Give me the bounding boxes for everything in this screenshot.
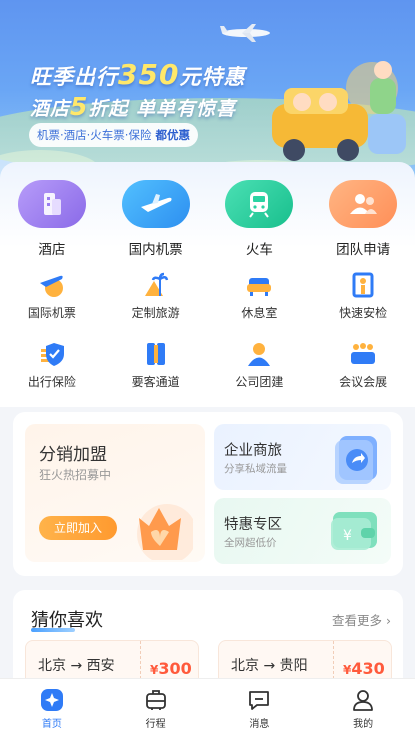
distribution-title: 分销加盟 [39,445,107,465]
tab-messages[interactable]: 消息 [208,679,312,734]
service-label: 团队申请 [336,242,391,258]
enterprise-travel-card[interactable]: 企业商旅 分享私域流量 [214,424,391,490]
service-label: 公司团建 [235,375,284,389]
service-label: 国内机票 [128,242,183,258]
team-icon [329,180,398,228]
sub-services: 国际机票 定制旅游 休息室 快速安检 出行保险 要客通道 公司团建 会议会展 [0,270,415,390]
home-icon [40,689,63,711]
service-label: 要客通道 [131,375,180,389]
service-team-application[interactable]: 团队申请 [311,180,415,258]
service-label: 休息室 [241,306,278,320]
service-domestic-flight[interactable]: 国内机票 [104,180,208,258]
distribution-card[interactable]: 分销加盟 狂火热招募中 立即加入 [25,424,205,562]
message-icon [249,691,270,710]
service-train[interactable]: 火车 [208,180,312,258]
route-price: ¥300 [150,659,192,678]
custom-travel-icon [141,270,171,300]
tab-label: 消息 [249,719,270,730]
tab-label: 首页 [41,719,62,730]
service-team-building[interactable]: 公司团建 [208,339,312,390]
banner-subtitle: 酒店5折起 单单有惊喜 [30,92,237,121]
tab-label: 行程 [145,719,166,730]
gift-crown-icon [137,504,193,560]
plane-icon [121,180,190,228]
join-now-button[interactable]: 立即加入 [39,516,117,540]
hotel-icon [17,180,86,228]
enterprise-travel-title: 企业商旅 [224,443,282,459]
view-more-link[interactable]: 查看更多 › [332,610,391,629]
service-lounge[interactable]: 休息室 [208,270,312,321]
service-conference[interactable]: 会议会展 [311,339,415,390]
banner-title: 旺季出行350元特惠 [30,58,246,91]
service-fast-security[interactable]: 快速安检 [311,270,415,321]
promo-section: 分销加盟 狂火热招募中 立即加入 企业商旅 分享私域流量 特惠专区 全网超低价 … [13,412,403,576]
service-hotel[interactable]: 酒店 [0,180,104,258]
service-label: 定制旅游 [131,306,180,320]
service-label: 国际机票 [27,306,76,320]
distribution-subtitle: 狂火热招募中 [39,468,112,482]
service-international-flight[interactable]: 国际机票 [0,270,104,321]
conference-icon [348,339,378,369]
profile-icon [353,690,374,711]
fast-security-icon [348,270,378,300]
service-custom-travel[interactable]: 定制旅游 [104,270,208,321]
route-price: ¥430 [343,659,385,678]
main-services: 酒店 国内机票 火车 团队申请 [0,180,415,258]
lounge-icon [244,270,274,300]
team-building-icon [244,339,274,369]
service-label: 出行保险 [27,375,76,389]
tab-label: 我的 [353,719,374,730]
service-label: 快速安检 [339,306,388,320]
service-label: 火车 [245,242,273,258]
travel-car-illustration [272,61,406,161]
discount-zone-card[interactable]: 特惠专区 全网超低价 ¥ [214,498,391,564]
tab-profile[interactable]: 我的 [311,679,415,734]
vip-channel-icon [141,339,171,369]
banner-tagline: 机票·酒店·火车票·保险 都优惠 [29,123,198,147]
svg-text:¥: ¥ [343,528,352,544]
travel-insurance-icon [37,339,67,369]
itinerary-icon [145,690,166,710]
tab-home[interactable]: 首页 [0,679,104,734]
service-label: 会议会展 [339,375,388,389]
bottom-tab-bar: 首页 行程 消息 我的 [0,678,415,734]
discount-zone-title: 特惠专区 [224,517,282,533]
enterprise-travel-subtitle: 分享私域流量 [224,463,287,475]
wallet-icon: ¥ [331,512,377,550]
share-icon [335,436,377,484]
route-text: 北京 → 西安 [38,658,115,674]
title-underline [31,628,75,632]
international-flight-icon [37,270,67,300]
train-icon [225,180,294,228]
service-panel: 酒店 国内机票 火车 团队申请 国际机票 定制旅游 休息室 快速安检 出行保险 … [0,162,415,407]
tab-itinerary[interactable]: 行程 [104,679,208,734]
route-text: 北京 → 贵阳 [231,658,308,674]
discount-zone-subtitle: 全网超低价 [224,537,277,549]
service-vip-channel[interactable]: 要客通道 [104,339,208,390]
airplane-illustration [220,24,270,42]
service-travel-insurance[interactable]: 出行保险 [0,339,104,390]
service-label: 酒店 [38,242,66,258]
